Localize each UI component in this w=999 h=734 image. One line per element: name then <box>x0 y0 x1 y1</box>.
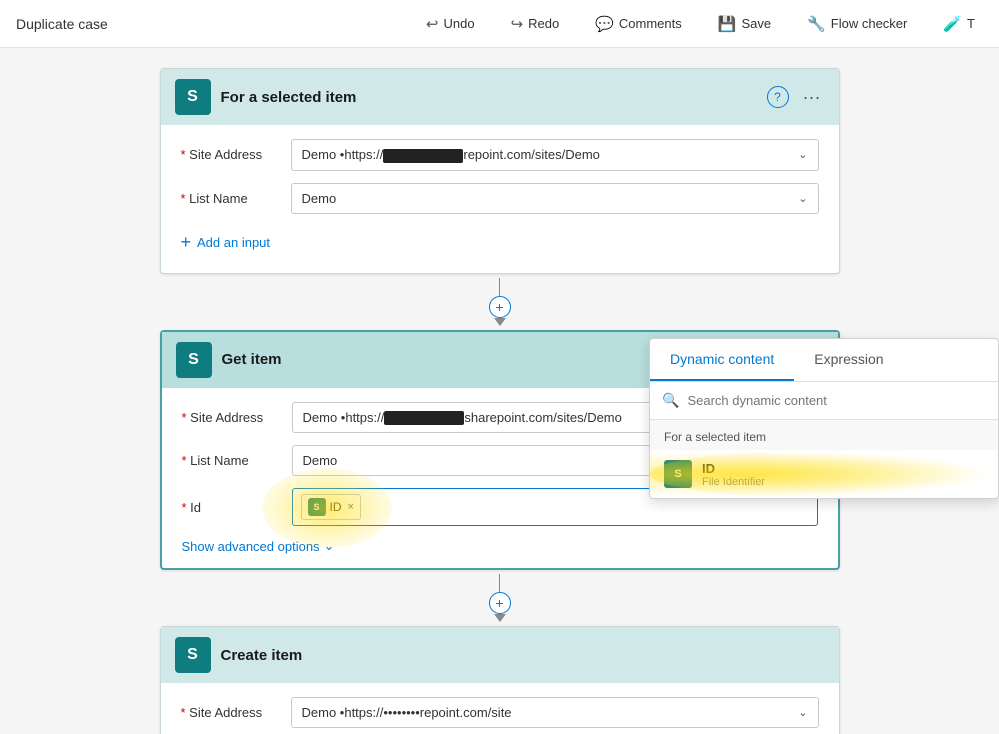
block-icon-for-selected-item: S <box>175 79 211 115</box>
block-header-actions-1: ? ··· <box>767 85 825 110</box>
dynamic-content-panel: Dynamic content Expression 🔍 For a selec… <box>649 338 999 499</box>
flow-checker-button[interactable]: 🔧 Flow checker <box>799 11 915 37</box>
tab-expression[interactable]: Expression <box>794 339 903 381</box>
block-icon-create-item: S <box>175 637 211 673</box>
help-icon-1[interactable]: ? <box>767 86 789 108</box>
chevron-advanced: ⌄ <box>324 538 335 554</box>
flow-checker-label: Flow checker <box>831 16 908 31</box>
add-input-button[interactable]: + Add an input <box>181 226 819 259</box>
redo-button[interactable]: ↪ Redo <box>503 11 568 37</box>
id-token: S ID × <box>301 494 361 520</box>
block-body-create-item: Site Address Demo •https://••••••••repoi… <box>161 683 839 734</box>
flow-checker-icon: 🔧 <box>807 15 826 33</box>
search-icon: 🔍 <box>662 392 679 409</box>
field-dropdown-list-name-1[interactable]: Demo ⌄ <box>291 183 819 214</box>
field-dropdown-site-address-3[interactable]: Demo •https://••••••••repoint.com/site ⌄ <box>291 697 819 728</box>
plus-icon: + <box>181 232 192 253</box>
connector-2[interactable]: + <box>489 574 511 622</box>
id-token-close[interactable]: × <box>348 501 354 513</box>
test-icon: 🧪 <box>943 15 962 33</box>
chevron-site-address-3: ⌄ <box>798 706 807 719</box>
panel-item-id[interactable]: S ID File Identifier <box>650 450 998 498</box>
block-title-create-item: Create item <box>221 647 825 664</box>
field-row-list-name-1: List Name Demo ⌄ <box>181 183 819 214</box>
topbar: Duplicate case ↩ Undo ↪ Redo 💬 Comments … <box>0 0 999 48</box>
panel-item-icon-id: S <box>664 460 692 488</box>
comment-icon: 💬 <box>595 15 614 33</box>
panel-item-name-id: ID <box>702 461 765 476</box>
site-address-value-2: Demo •https:// sharepoint.com/sites/Demo <box>303 410 622 426</box>
panel-tabs: Dynamic content Expression <box>650 339 998 382</box>
block-for-selected-item: S For a selected item ? ··· Site Address… <box>160 68 840 274</box>
topbar-actions: ↩ Undo ↪ Redo 💬 Comments 💾 Save 🔧 Flow c… <box>418 11 983 37</box>
redo-label: Redo <box>528 16 559 31</box>
save-label: Save <box>741 16 771 31</box>
field-dropdown-site-address-1[interactable]: Demo •https:// repoint.com/sites/Demo ⌄ <box>291 139 819 171</box>
more-icon-1[interactable]: ··· <box>799 85 825 110</box>
chevron-site-address-1: ⌄ <box>798 148 807 161</box>
field-row-site-address-3: Site Address Demo •https://••••••••repoi… <box>181 697 819 728</box>
block-header-create-item: S Create item <box>161 627 839 683</box>
field-row-site-address-1: Site Address Demo •https:// repoint.com/… <box>181 139 819 171</box>
connector-arrow-1 <box>494 318 506 326</box>
block-body-for-selected-item: Site Address Demo •https:// repoint.com/… <box>161 125 839 273</box>
undo-icon: ↩ <box>426 15 439 33</box>
connector-line-2 <box>499 574 500 592</box>
panel-search-area: 🔍 <box>650 382 998 420</box>
list-name-value-1: Demo <box>302 191 337 206</box>
connector-line-1 <box>499 278 500 296</box>
panel-item-desc-id: File Identifier <box>702 476 765 488</box>
tab-dynamic-content[interactable]: Dynamic content <box>650 339 794 381</box>
block-header-for-selected-item: S For a selected item ? ··· <box>161 69 839 125</box>
comments-label: Comments <box>619 16 682 31</box>
field-label-list-name-2: List Name <box>182 453 282 468</box>
dynamic-content-search-input[interactable] <box>687 393 986 408</box>
add-input-label: Add an input <box>197 235 270 250</box>
canvas: S For a selected item ? ··· Site Address… <box>0 48 999 734</box>
redo-icon: ↪ <box>511 15 524 33</box>
field-label-site-address-3: Site Address <box>181 705 281 720</box>
id-token-text: ID <box>330 500 342 514</box>
test-button[interactable]: 🧪 T <box>935 11 983 37</box>
show-advanced-button[interactable]: Show advanced options ⌄ <box>182 538 818 554</box>
save-button[interactable]: 💾 Save <box>710 11 779 37</box>
connector-plus-2[interactable]: + <box>489 592 511 614</box>
id-token-icon: S <box>308 498 326 516</box>
chevron-list-name-1: ⌄ <box>798 192 807 205</box>
block-create-item: S Create item Site Address Demo •https:/… <box>160 626 840 734</box>
field-label-site-address-2: Site Address <box>182 410 282 425</box>
field-label-list-name-1: List Name <box>181 191 281 206</box>
undo-label: Undo <box>443 16 474 31</box>
topbar-title: Duplicate case <box>16 16 108 32</box>
panel-section-title: For a selected item <box>650 420 998 450</box>
undo-button[interactable]: ↩ Undo <box>418 11 483 37</box>
panel-item-info-id: ID File Identifier <box>702 461 765 488</box>
field-label-site-address-1: Site Address <box>181 147 281 162</box>
test-label: T <box>967 16 975 31</box>
site-address-value-3: Demo •https://••••••••repoint.com/site <box>302 705 512 720</box>
field-label-id: Id <box>182 500 282 515</box>
comments-button[interactable]: 💬 Comments <box>587 11 690 37</box>
block-icon-get-item: S <box>176 342 212 378</box>
connector-arrow-2 <box>494 614 506 622</box>
site-address-value-1: Demo •https:// repoint.com/sites/Demo <box>302 147 600 163</box>
show-advanced-label: Show advanced options <box>182 539 320 554</box>
save-icon: 💾 <box>718 15 737 33</box>
connector-1[interactable]: + <box>489 278 511 326</box>
block-title-for-selected-item: For a selected item <box>221 89 757 106</box>
list-name-value-2: Demo <box>303 453 338 468</box>
connector-plus-1[interactable]: + <box>489 296 511 318</box>
